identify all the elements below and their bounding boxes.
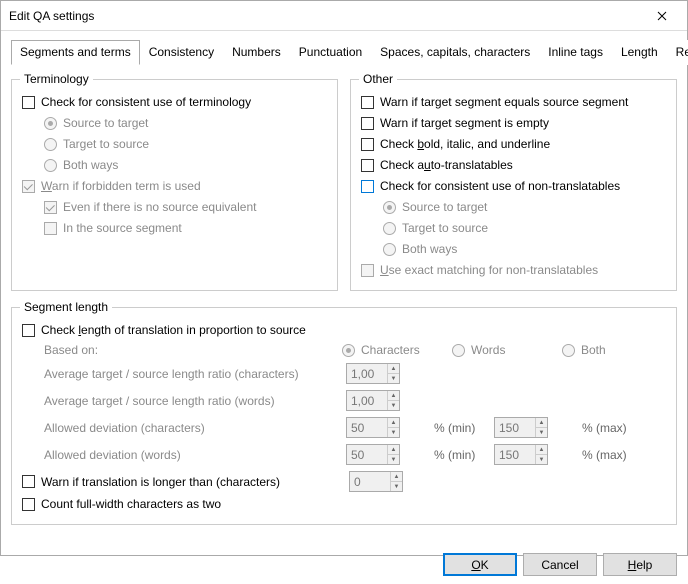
even-no-source-label: Even if there is no source equivalent xyxy=(63,200,256,214)
avg-ratio-chars-label: Average target / source length ratio (ch… xyxy=(22,367,342,381)
avg-ratio-chars-spinner: ▲▼ xyxy=(346,363,400,384)
count-full-width-checkbox[interactable] xyxy=(22,498,35,511)
count-full-width-label: Count full-width characters as two xyxy=(41,497,221,511)
deviation-words-min-spinner: ▲▼ xyxy=(346,444,400,465)
tab-numbers[interactable]: Numbers xyxy=(223,40,290,65)
close-icon xyxy=(657,11,667,21)
pct-max-label: % (max) xyxy=(578,448,638,462)
spin-down-icon: ▼ xyxy=(388,455,399,464)
nontrans-source-to-target-radio xyxy=(383,201,396,214)
spin-up-icon: ▲ xyxy=(388,418,399,428)
nontrans-target-to-source-radio xyxy=(383,222,396,235)
check-length-proportion-checkbox[interactable] xyxy=(22,324,35,337)
tab-segments-and-terms[interactable]: Segments and terms xyxy=(11,40,140,65)
terminology-both-ways-label: Both ways xyxy=(63,158,118,172)
warn-target-empty-checkbox[interactable] xyxy=(361,117,374,130)
spin-down-icon: ▼ xyxy=(536,428,547,437)
tab-punctuation[interactable]: Punctuation xyxy=(290,40,371,65)
deviation-chars-max-spinner: ▲▼ xyxy=(494,417,548,438)
terminology-target-to-source-label: Target to source xyxy=(63,137,149,151)
exact-matching-nontrans-checkbox xyxy=(361,264,374,277)
close-button[interactable] xyxy=(645,5,679,27)
cancel-button[interactable]: Cancel xyxy=(523,553,597,576)
spin-down-icon: ▼ xyxy=(536,455,547,464)
based-on-both-radio xyxy=(562,344,575,357)
spin-up-icon: ▲ xyxy=(391,472,402,482)
spin-down-icon: ▼ xyxy=(388,428,399,437)
tab-length[interactable]: Length xyxy=(612,40,667,65)
avg-ratio-words-spinner: ▲▼ xyxy=(346,390,400,411)
in-source-segment-checkbox xyxy=(44,222,57,235)
check-consistent-terminology-label: Check for consistent use of terminology xyxy=(41,95,251,109)
check-non-translatables-label: Check for consistent use of non-translat… xyxy=(380,179,620,193)
spin-up-icon: ▲ xyxy=(388,391,399,401)
tab-spaces-capitals-characters[interactable]: Spaces, capitals, characters xyxy=(371,40,539,65)
help-button[interactable]: Help xyxy=(603,553,677,576)
check-auto-translatables-label: Check auto-translatables xyxy=(380,158,513,172)
check-bold-italic-underline-checkbox[interactable] xyxy=(361,138,374,151)
check-auto-translatables-checkbox[interactable] xyxy=(361,159,374,172)
warn-longer-than-spinner: ▲▼ xyxy=(349,471,403,492)
warn-forbidden-term-checkbox xyxy=(22,180,35,193)
warn-target-equals-source-checkbox[interactable] xyxy=(361,96,374,109)
deviation-words-label: Allowed deviation (words) xyxy=(22,448,342,462)
ok-button[interactable]: OK xyxy=(443,553,517,576)
group-segment-length-legend: Segment length xyxy=(20,300,112,314)
warn-longer-than-label: Warn if translation is longer than (char… xyxy=(41,475,343,489)
based-on-characters-radio xyxy=(342,344,355,357)
tab-regex[interactable]: Regex xyxy=(667,40,688,65)
window-title: Edit QA settings xyxy=(9,9,94,23)
deviation-chars-min-spinner: ▲▼ xyxy=(346,417,400,438)
even-no-source-checkbox xyxy=(44,201,57,214)
check-consistent-terminology-checkbox[interactable] xyxy=(22,96,35,109)
nontrans-both-ways-radio xyxy=(383,243,396,256)
check-length-proportion-label: Check length of translation in proportio… xyxy=(41,323,306,337)
check-bold-italic-underline-label: Check bold, italic, and underline xyxy=(380,137,550,151)
deviation-words-max-spinner: ▲▼ xyxy=(494,444,548,465)
tab-inline-tags[interactable]: Inline tags xyxy=(539,40,612,65)
terminology-source-to-target-label: Source to target xyxy=(63,116,148,130)
warn-target-empty-label: Warn if target segment is empty xyxy=(380,116,549,130)
terminology-source-to-target-radio xyxy=(44,117,57,130)
based-on-words-label: Words xyxy=(471,343,505,357)
pct-min-label: % (min) xyxy=(430,421,490,435)
pct-min-label: % (min) xyxy=(430,448,490,462)
in-source-segment-label: In the source segment xyxy=(63,221,182,235)
warn-longer-than-checkbox[interactable] xyxy=(22,475,35,488)
group-other: Other Warn if target segment equals sour… xyxy=(350,79,677,291)
based-on-label: Based on: xyxy=(22,343,342,357)
tab-consistency[interactable]: Consistency xyxy=(140,40,223,65)
spin-up-icon: ▲ xyxy=(388,364,399,374)
group-other-legend: Other xyxy=(359,72,397,86)
warn-forbidden-term-label: Warn if forbidden term is used xyxy=(41,179,201,193)
spin-down-icon: ▼ xyxy=(388,401,399,410)
group-terminology-legend: Terminology xyxy=(20,72,93,86)
based-on-characters-label: Characters xyxy=(361,343,420,357)
terminology-target-to-source-radio xyxy=(44,138,57,151)
spin-up-icon: ▲ xyxy=(536,418,547,428)
pct-max-label: % (max) xyxy=(578,421,638,435)
group-terminology: Terminology Check for consistent use of … xyxy=(11,79,338,291)
spin-up-icon: ▲ xyxy=(536,445,547,455)
spin-down-icon: ▼ xyxy=(388,374,399,383)
group-segment-length: Segment length Check length of translati… xyxy=(11,307,677,525)
avg-ratio-words-label: Average target / source length ratio (wo… xyxy=(22,394,342,408)
nontrans-both-ways-label: Both ways xyxy=(402,242,457,256)
check-non-translatables-checkbox[interactable] xyxy=(361,180,374,193)
terminology-both-ways-radio xyxy=(44,159,57,172)
spin-up-icon: ▲ xyxy=(388,445,399,455)
deviation-chars-label: Allowed deviation (characters) xyxy=(22,421,342,435)
based-on-words-radio xyxy=(452,344,465,357)
tab-strip: Segments and terms Consistency Numbers P… xyxy=(11,39,677,65)
nontrans-source-to-target-label: Source to target xyxy=(402,200,487,214)
nontrans-target-to-source-label: Target to source xyxy=(402,221,488,235)
spin-down-icon: ▼ xyxy=(391,482,402,491)
exact-matching-nontrans-label: Use exact matching for non-translatables xyxy=(380,263,598,277)
based-on-both-label: Both xyxy=(581,343,606,357)
warn-target-equals-source-label: Warn if target segment equals source seg… xyxy=(380,95,628,109)
